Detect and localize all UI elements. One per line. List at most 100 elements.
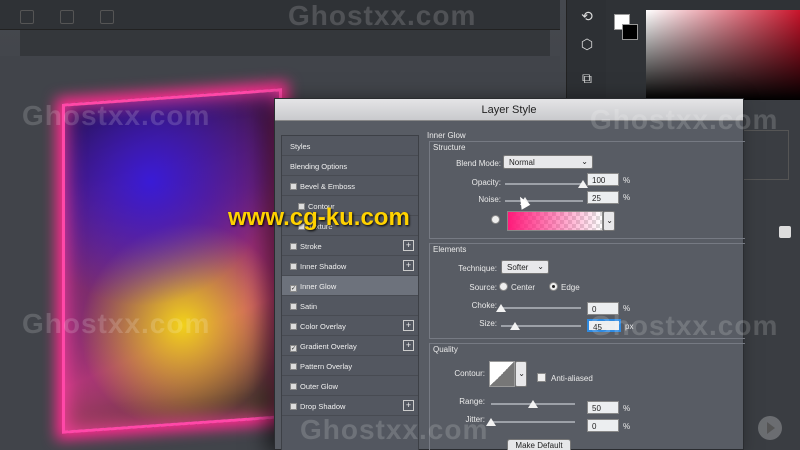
style-item[interactable]: Drop Shadow +: [282, 396, 418, 416]
style-checkbox[interactable]: [290, 383, 297, 390]
style-item-label: Inner Shadow: [300, 262, 347, 271]
style-checkbox[interactable]: ✓: [290, 285, 297, 292]
jitter-slider-track[interactable]: [491, 421, 575, 423]
history-icon[interactable]: ⟲: [575, 4, 599, 28]
section-title: Inner Glow: [427, 131, 466, 140]
style-item-label: Inner Glow: [300, 282, 337, 291]
style-item[interactable]: Pattern Overlay: [282, 356, 418, 376]
style-checkbox[interactable]: [290, 363, 297, 370]
opacity-unit: %: [623, 176, 631, 185]
watermark: Ghostxx.com: [288, 0, 477, 31]
opacity-input[interactable]: 100: [587, 173, 619, 186]
gradient-picker-button[interactable]: ⌄: [603, 211, 615, 231]
style-item[interactable]: Blending Options: [282, 156, 418, 176]
style-item-label: Bevel & Emboss: [300, 182, 356, 191]
contour-preview[interactable]: [489, 361, 515, 387]
jitter-unit: %: [623, 422, 631, 431]
watermark: Ghostxx.com: [590, 104, 779, 135]
add-style-icon[interactable]: +: [403, 340, 414, 351]
contour-picker-button[interactable]: ⌄: [515, 361, 527, 387]
style-item[interactable]: Outer Glow: [282, 376, 418, 396]
noise-label: Noise:: [478, 195, 501, 204]
style-checkbox[interactable]: [290, 403, 297, 410]
source-center-radio[interactable]: [499, 282, 508, 291]
style-item[interactable]: Bevel & Emboss: [282, 176, 418, 196]
choke-slider-thumb[interactable]: [496, 304, 506, 312]
range-input[interactable]: 50: [587, 401, 619, 414]
solid-color-radio[interactable]: [491, 215, 500, 224]
3d-icon[interactable]: ⬡: [575, 32, 599, 56]
technique-value: Softer: [507, 263, 529, 272]
blend-mode-value: Normal: [509, 158, 535, 167]
technique-label: Technique:: [458, 264, 497, 273]
style-checkbox[interactable]: [290, 323, 297, 330]
style-checkbox[interactable]: [290, 303, 297, 310]
play-icon: [758, 416, 782, 440]
technique-select[interactable]: Softer ⌄: [501, 260, 549, 274]
style-item-label: Stroke: [300, 242, 322, 251]
style-item[interactable]: Stroke +: [282, 236, 418, 256]
opacity-label: Opacity:: [471, 178, 501, 187]
add-style-icon[interactable]: +: [403, 400, 414, 411]
chevron-down-icon: ⌄: [537, 262, 544, 271]
range-label: Range:: [459, 397, 485, 406]
style-item[interactable]: Color Overlay +: [282, 316, 418, 336]
properties-icon[interactable]: ⧉: [575, 66, 599, 90]
style-item-label: Satin: [300, 302, 318, 311]
styles-list: Styles Blending Options Bevel & Emboss Con…: [281, 135, 419, 450]
document-tab[interactable]: [20, 30, 550, 56]
panel-checkbox[interactable]: [779, 226, 791, 238]
style-item[interactable]: ✓ Inner Glow: [282, 276, 418, 296]
range-slider-thumb[interactable]: [528, 400, 538, 408]
noise-input[interactable]: 25: [587, 191, 619, 204]
style-item[interactable]: ✓ Gradient Overlay +: [282, 336, 418, 356]
style-checkbox[interactable]: ✓: [290, 345, 297, 352]
style-item-label: Gradient Overlay: [300, 342, 357, 351]
tools-panel: ⟲ ⬡ ⧉: [566, 0, 606, 110]
chevron-down-icon: ⌄: [581, 157, 588, 166]
panel-thumbnail[interactable]: [739, 130, 789, 180]
styles-header[interactable]: Styles: [282, 136, 418, 156]
options-tab[interactable]: [100, 10, 114, 24]
style-checkbox[interactable]: [290, 263, 297, 270]
anti-aliased-checkbox[interactable]: [537, 373, 546, 382]
style-item-label: Blending Options: [290, 162, 348, 171]
watermark: Ghostxx.com: [300, 414, 489, 445]
options-tab[interactable]: [60, 10, 74, 24]
style-item[interactable]: Inner Shadow +: [282, 256, 418, 276]
inner-glow-panel: Inner Glow Structure Blend Mode: Normal …: [427, 125, 745, 450]
blend-mode-label: Blend Mode:: [456, 159, 501, 168]
jitter-input[interactable]: 0: [587, 419, 619, 432]
style-item[interactable]: Satin: [282, 296, 418, 316]
make-default-button[interactable]: Make Default: [507, 439, 571, 450]
watermark: Ghostxx.com: [22, 308, 211, 339]
size-slider-thumb[interactable]: [510, 322, 521, 330]
options-tab[interactable]: [20, 10, 34, 24]
style-item-label: Outer Glow: [300, 382, 338, 391]
glow-gradient-swatch[interactable]: [507, 211, 603, 231]
noise-unit: %: [623, 193, 631, 202]
style-checkbox[interactable]: [290, 183, 297, 190]
anti-aliased-label: Anti-aliased: [551, 374, 593, 383]
opacity-slider-track[interactable]: [505, 183, 583, 185]
source-edge-radio[interactable]: [549, 282, 558, 291]
add-style-icon[interactable]: +: [403, 260, 414, 271]
quality-title: Quality: [433, 345, 458, 354]
style-item-label: Drop Shadow: [300, 402, 346, 411]
size-label: Size:: [479, 319, 497, 328]
background-color[interactable]: [622, 24, 638, 40]
style-item-label: Pattern Overlay: [300, 362, 353, 371]
chevron-down-icon: ⌄: [606, 216, 613, 225]
add-style-icon[interactable]: +: [403, 320, 414, 331]
fg-bg-swatch[interactable]: [614, 14, 642, 44]
color-panel: [606, 0, 800, 100]
color-picker-field[interactable]: [646, 10, 800, 100]
choke-slider-track[interactable]: [501, 307, 581, 309]
style-checkbox[interactable]: [290, 243, 297, 250]
blend-mode-select[interactable]: Normal ⌄: [503, 155, 593, 169]
range-unit: %: [623, 404, 631, 413]
elements-title: Elements: [433, 245, 467, 254]
add-style-icon[interactable]: +: [403, 240, 414, 251]
styles-header-label: Styles: [290, 142, 311, 151]
canvas-photo: [62, 88, 282, 434]
